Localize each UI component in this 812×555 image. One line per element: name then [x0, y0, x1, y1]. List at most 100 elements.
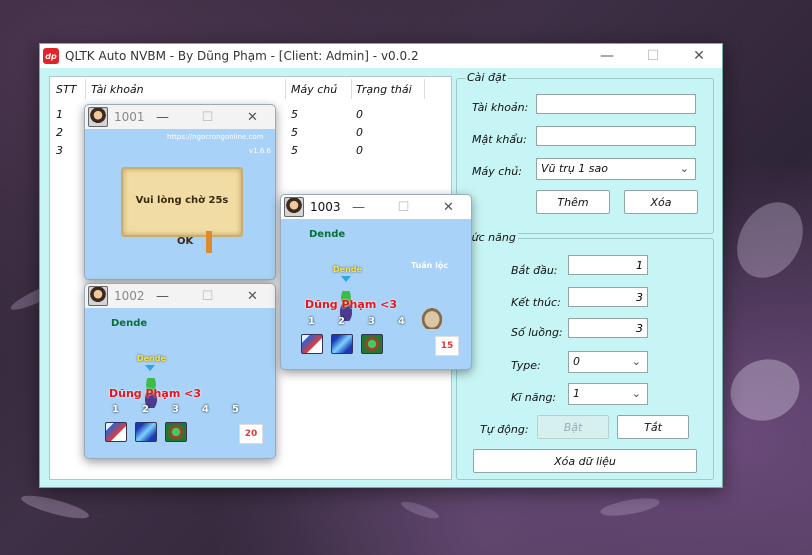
chevron-down-icon[interactable]: ⌄	[632, 352, 641, 372]
background-petal	[721, 349, 809, 431]
character-label: Dende	[333, 265, 362, 274]
game-window-title-bar: 1002 — ☐ ✕	[85, 284, 275, 308]
slot-number: 4	[202, 404, 209, 415]
column-separator[interactable]	[424, 79, 425, 99]
slot-number: 3	[368, 316, 375, 327]
target-arrow-icon	[145, 365, 155, 371]
window-controls: — ☐ ✕	[140, 105, 275, 129]
background-petal	[19, 491, 91, 523]
item-counter: 15	[435, 336, 459, 356]
maximize-icon: ☐	[646, 48, 660, 64]
title-bar: dp QLTK Auto NVBM - By Dũng Phạm - [Clie…	[40, 44, 722, 68]
server-select-value: Vũ trụ 1 sao	[541, 162, 608, 175]
close-icon[interactable]: ✕	[230, 284, 275, 308]
settings-group: Cài đặt Tài khoản: Mật khẩu: Máy chủ: Vũ…	[456, 71, 714, 234]
game-window-1002[interactable]: 1002 — ☐ ✕ Dende Dende Dũng Phạm <3 1 2 …	[84, 283, 276, 459]
reindeer-sprite	[419, 305, 445, 329]
cell-stt: 2	[56, 126, 63, 139]
character-avatar-icon	[284, 197, 304, 217]
wait-dialog: Vui lòng chờ 25s	[121, 167, 243, 237]
game-window-title-bar: 1001 — ☐ ✕	[85, 105, 275, 129]
window-title: QLTK Auto NVBM - By Dũng Phạm - [Client:…	[65, 49, 419, 63]
skill-slot-2-icon[interactable]	[135, 422, 157, 442]
game-version: v1.6.6	[249, 147, 271, 155]
skill-slot-2-icon[interactable]	[331, 334, 353, 354]
delete-button[interactable]: Xóa	[624, 190, 698, 214]
ok-button[interactable]: OK	[177, 236, 193, 247]
start-input[interactable]	[568, 255, 648, 275]
skill-label: Kĩ năng:	[511, 391, 557, 404]
password-input[interactable]	[536, 126, 696, 146]
column-separator[interactable]	[285, 79, 286, 99]
slot-number: 2	[338, 316, 345, 327]
game-window-1001[interactable]: 1001 — ☐ ✕ https://ngocrongonline.com v1…	[84, 104, 276, 280]
password-label: Mật khẩu:	[472, 133, 527, 146]
column-separator[interactable]	[351, 79, 352, 99]
window-controls: — ☐ ✕	[336, 195, 471, 219]
auto-on-button[interactable]: Bật	[537, 415, 609, 439]
add-button[interactable]: Thêm	[536, 190, 610, 214]
cell-status: 0	[356, 126, 363, 139]
minimize-icon[interactable]: —	[140, 105, 185, 129]
scroll-handle	[206, 231, 212, 253]
maximize-icon: ☐	[397, 199, 410, 215]
window-controls: — ☐ ✕	[584, 44, 722, 68]
skill-select[interactable]: 1 ⌄	[568, 383, 648, 405]
slot-number: 4	[398, 316, 405, 327]
server-select[interactable]: Vũ trụ 1 sao ⌄	[536, 158, 696, 180]
list-header: STT Tài khoản Máy chủ Trạng thái	[50, 77, 451, 101]
end-label: Kết thúc:	[511, 296, 561, 309]
end-input[interactable]	[568, 287, 648, 307]
account-input[interactable]	[536, 94, 696, 114]
close-icon[interactable]: ✕	[426, 195, 471, 219]
chevron-down-icon[interactable]: ⌄	[680, 159, 689, 179]
app-logo-icon: dp	[43, 48, 59, 64]
column-header-account[interactable]: Tài khoản	[91, 83, 144, 96]
other-player-name: Tuần lộc	[411, 261, 449, 270]
column-header-stt[interactable]: STT	[56, 83, 76, 96]
threads-label: Số luồng:	[511, 326, 563, 339]
maximize-icon: ☐	[201, 288, 214, 304]
game-window-title-bar: 1003 — ☐ ✕	[281, 195, 471, 219]
player-name: Dũng Phạm <3	[109, 387, 201, 400]
slot-number: 2	[142, 404, 149, 415]
cell-server: 5	[291, 108, 298, 121]
column-header-status[interactable]: Trạng thái	[356, 83, 412, 96]
start-label: Bắt đầu:	[511, 264, 558, 277]
wait-dialog-text: Vui lòng chờ 25s	[135, 195, 229, 206]
character-label: Dende	[137, 354, 166, 363]
auto-label: Tự động:	[480, 423, 529, 436]
column-separator[interactable]	[85, 79, 86, 99]
skill-slot-3-icon[interactable]	[361, 334, 383, 354]
auto-off-button[interactable]: Tắt	[617, 415, 689, 439]
close-icon[interactable]: ✕	[230, 105, 275, 129]
type-select[interactable]: 0 ⌄	[568, 351, 648, 373]
account-label: Tài khoản:	[472, 101, 529, 114]
cell-status: 0	[356, 144, 363, 157]
player-name: Dũng Phạm <3	[305, 298, 397, 311]
minimize-icon[interactable]: —	[584, 44, 630, 68]
slot-number: 1	[308, 316, 315, 327]
threads-input[interactable]	[568, 318, 648, 338]
server-label: Máy chủ:	[472, 165, 522, 178]
clear-data-button[interactable]: Xóa dữ liệu	[473, 449, 697, 473]
game-window-1003[interactable]: 1003 — ☐ ✕ Dende Dende Tuần lộc Dũng Phạ…	[280, 194, 472, 370]
close-icon[interactable]: ✕	[676, 44, 722, 68]
minimize-icon[interactable]: —	[140, 284, 185, 308]
background-petal	[599, 494, 661, 520]
skill-slot-3-icon[interactable]	[165, 422, 187, 442]
type-label: Type:	[511, 359, 541, 372]
cell-stt: 3	[56, 144, 63, 157]
skill-slot-1-icon[interactable]	[301, 334, 323, 354]
character-avatar-icon	[88, 286, 108, 306]
settings-group-title: Cài đặt	[465, 71, 509, 84]
slot-number: 5	[232, 404, 239, 415]
column-header-server[interactable]: Máy chủ	[291, 83, 337, 96]
minimize-icon[interactable]: —	[336, 195, 381, 219]
cell-server: 5	[291, 126, 298, 139]
skill-slot-1-icon[interactable]	[105, 422, 127, 442]
target-arrow-icon	[341, 276, 351, 282]
type-select-value: 0	[573, 355, 580, 368]
game-url: https://ngocrongonline.com	[167, 133, 264, 141]
chevron-down-icon[interactable]: ⌄	[632, 384, 641, 404]
